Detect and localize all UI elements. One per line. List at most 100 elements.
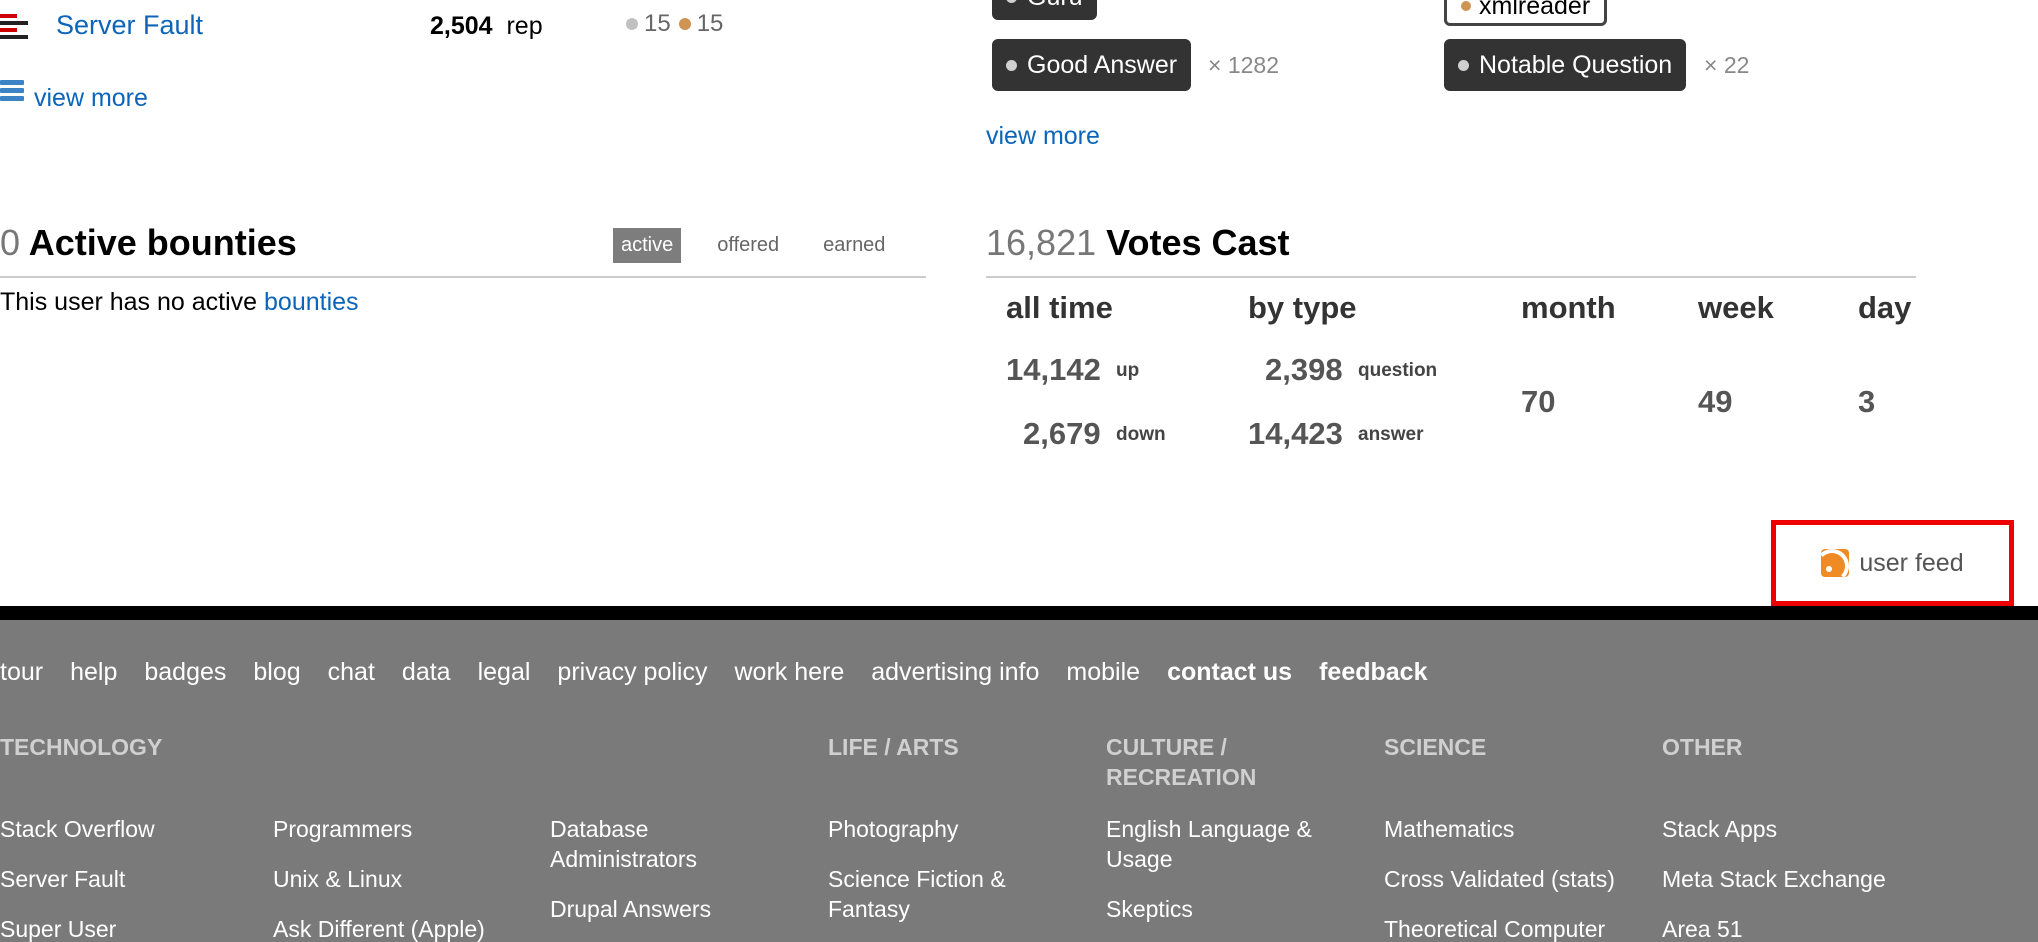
badge-guru[interactable]: Guru [992,0,1097,20]
footer-category-culture: CULTURE / RECREATION [1106,734,1257,790]
bounties-title: Active bounties [28,222,297,263]
footer-nav: tour help badges blog chat data legal pr… [0,658,1454,687]
votes-question-value: 2,398 [1265,352,1343,387]
footer-site-stack-apps[interactable]: Stack Apps [1662,814,1777,844]
account-site-link[interactable]: Server Fault [56,10,203,41]
account-badge-counts: 15 15 [626,10,723,38]
footer-link-feedback[interactable]: feedback [1319,658,1427,687]
badge-good-answer-label: Good Answer [1027,50,1178,79]
badge-good-answer[interactable]: Good Answer [992,39,1192,91]
footer-site-area51[interactable]: Area 51 [1662,914,1743,942]
footer-top-border [0,606,2038,620]
tab-offered[interactable]: offered [709,228,787,263]
user-feed-link[interactable]: user feed [1771,520,2014,606]
bounties-heading: 0 Active bounties [0,222,297,264]
bronze-badge-icon [678,18,691,30]
bronze-count: 15 [696,10,724,37]
silver-badge-icon [1458,59,1469,71]
footer-site-unix-linux[interactable]: Unix & Linux [273,864,402,894]
footer-site-server-fault[interactable]: Server Fault [0,864,125,894]
votes-divider [986,276,1916,278]
votes-down-value: 2,679 [1023,416,1101,451]
votes-count: 16,821 [986,222,1097,263]
badge-notable-question-count: × 22 [1704,52,1750,78]
votes-header-all-time: all time [1006,290,1113,325]
tab-active[interactable]: active [613,228,682,263]
votes-month-value: 70 [1521,384,1556,419]
accounts-view-more-link[interactable]: view more [34,84,148,113]
footer-link-blog[interactable]: blog [253,658,300,687]
rep-label: rep [506,12,543,40]
footer-link-tour[interactable]: tour [0,658,43,687]
votes-answer-value: 14,423 [1248,416,1343,451]
footer-link-privacy[interactable]: privacy policy [557,658,707,687]
server-fault-logo-icon [0,14,28,39]
bounties-count: 0 [0,222,21,263]
footer-link-advertising[interactable]: advertising info [871,658,1039,687]
bronze-badge-icon [1461,1,1471,11]
votes-heading: 16,821 Votes Cast [986,222,1290,264]
badge-notable-question[interactable]: Notable Question [1444,39,1687,91]
footer-category-other: OTHER [1662,734,1743,760]
bounties-divider [0,276,926,278]
site-footer: tour help badges blog chat data legal pr… [0,620,2038,942]
badge-notable-question-label: Notable Question [1479,50,1673,79]
votes-week-value: 49 [1698,384,1733,419]
footer-link-mobile[interactable]: mobile [1066,658,1140,687]
footer-site-theoretical-cs[interactable]: Theoretical Computer [1384,914,1605,942]
rss-icon [1821,549,1850,577]
votes-title: Votes Cast [1106,222,1290,263]
footer-site-skeptics[interactable]: Skeptics [1106,894,1193,924]
footer-site-mathematics[interactable]: Mathematics [1384,814,1514,844]
footer-link-chat[interactable]: chat [328,658,375,687]
tab-earned[interactable]: earned [815,228,893,263]
stack-exchange-icon [0,80,26,106]
silver-badge-icon [626,18,638,30]
footer-site-programmers[interactable]: Programmers [273,814,412,844]
rep-value: 2,504 [430,12,493,40]
silver-badge-icon [1006,0,1017,3]
votes-answer-label: answer [1358,424,1424,445]
footer-site-ask-different[interactable]: Ask Different (Apple) [273,914,485,942]
votes-day-value: 3 [1858,384,1876,419]
silver-badge-icon [1006,59,1017,71]
silver-count: 15 [644,10,671,37]
footer-link-badges[interactable]: badges [144,658,226,687]
badge-guru-label: Guru [1027,0,1083,12]
bounties-message-text: This user has no active [0,288,258,316]
footer-site-stack-overflow[interactable]: Stack Overflow [0,814,155,844]
badge-xmlreader[interactable]: xmlreader [1444,0,1608,26]
votes-down-label: down [1116,424,1166,445]
footer-site-super-user[interactable]: Super User [0,914,116,942]
votes-up-label: up [1116,360,1140,381]
votes-header-week: week [1698,290,1774,325]
badge-good-answer-count: × 1282 [1208,52,1279,78]
footer-site-drupal[interactable]: Drupal Answers [550,894,711,924]
bounties-empty-message: This user has no active bounties [0,288,359,317]
footer-site-cross-validated[interactable]: Cross Validated (stats) [1384,864,1615,894]
footer-link-contact[interactable]: contact us [1167,658,1292,687]
bounties-link[interactable]: bounties [264,288,359,316]
footer-category-science: SCIENCE [1384,734,1487,760]
votes-up-value: 14,142 [1006,352,1101,387]
votes-header-month: month [1521,290,1616,325]
footer-site-meta[interactable]: Meta Stack Exchange [1662,864,1886,894]
bounty-tabs: active offered earned [613,228,921,263]
footer-site-dba[interactable]: Database Administrators [550,814,720,874]
footer-category-technology: TECHNOLOGY [0,734,163,760]
footer-site-photography[interactable]: Photography [828,814,958,844]
badge-xmlreader-label: xmlreader [1479,0,1591,20]
footer-link-legal[interactable]: legal [478,658,531,687]
footer-link-work-here[interactable]: work here [734,658,844,687]
footer-site-english[interactable]: English Language & Usage [1106,814,1336,874]
footer-link-data[interactable]: data [402,658,451,687]
votes-header-by-type: by type [1248,290,1357,325]
footer-site-scifi[interactable]: Science Fiction & Fantasy [828,864,1028,924]
badges-view-more-link[interactable]: view more [986,122,1100,151]
votes-question-label: question [1358,360,1438,381]
footer-category-life-arts: LIFE / ARTS [828,734,959,760]
votes-header-day: day [1858,290,1912,325]
footer-link-help[interactable]: help [70,658,117,687]
account-rep: 2,504 rep [430,12,543,41]
user-feed-label: user feed [1859,548,1964,577]
